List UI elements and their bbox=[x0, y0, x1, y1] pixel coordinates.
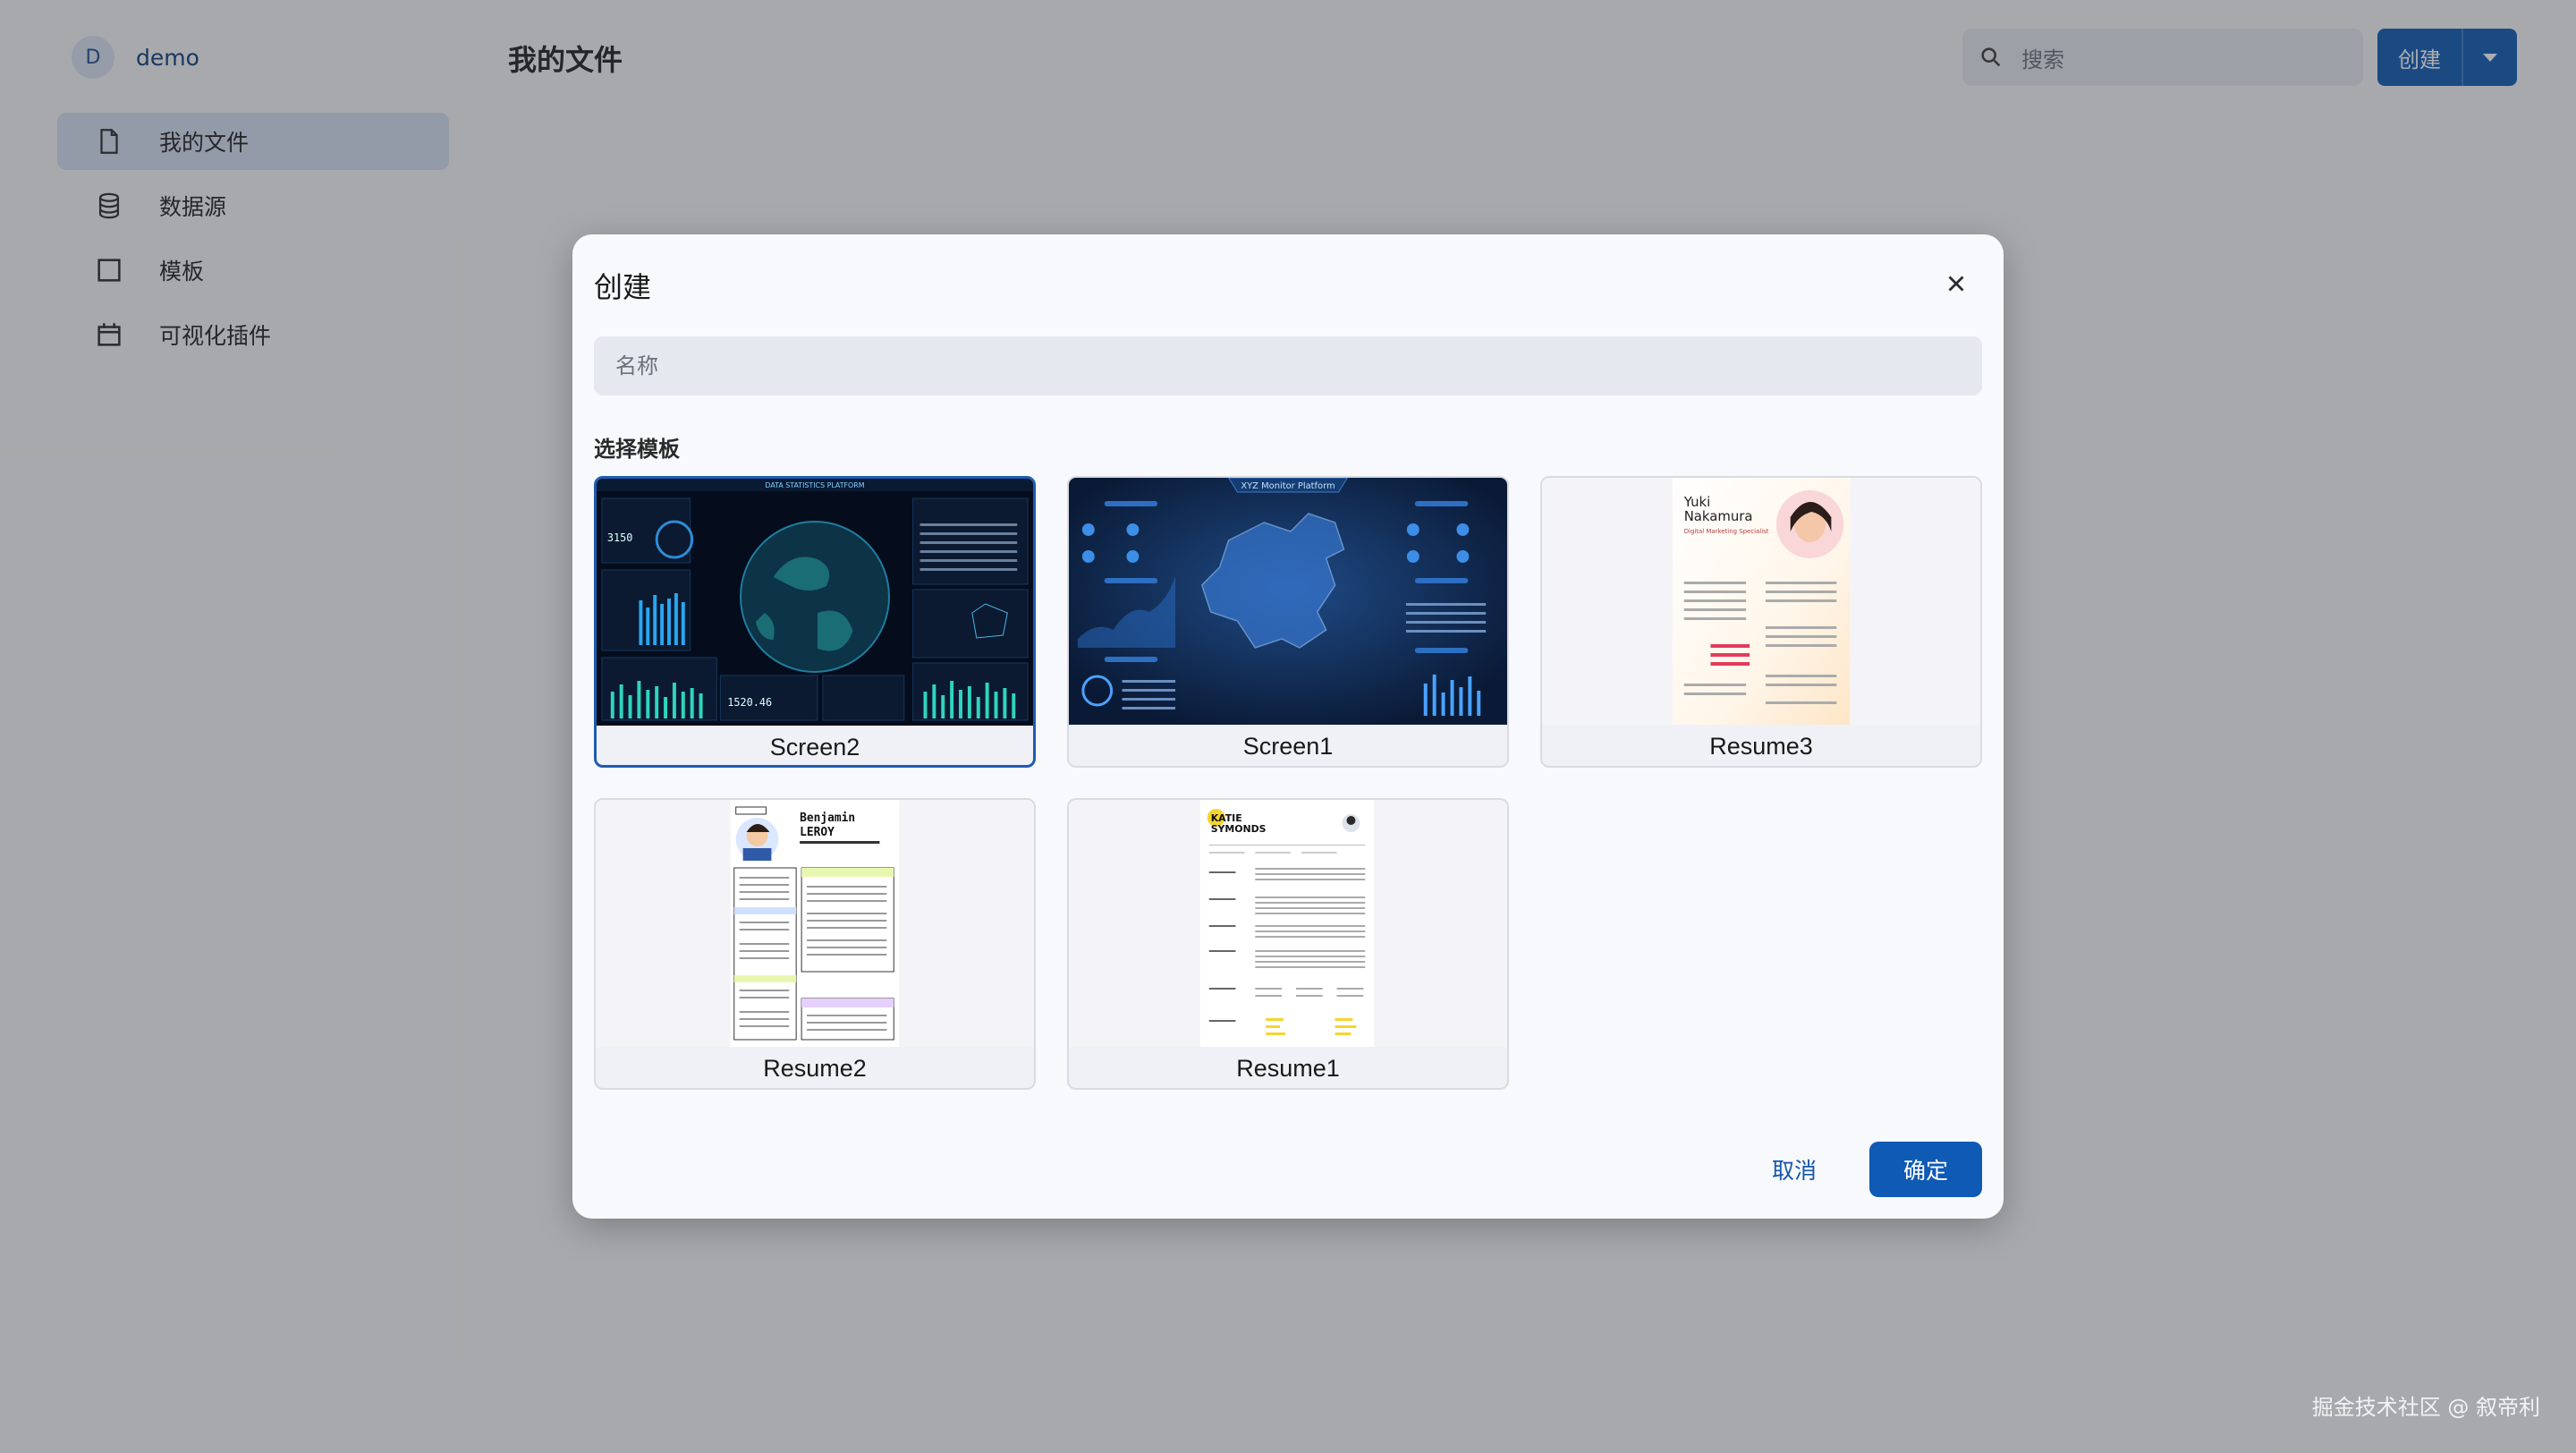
thumb-resume2-name-1: Benjamin bbox=[800, 811, 855, 825]
thumb-resume3-role: Digital Marketing Specialist bbox=[1684, 528, 1769, 535]
thumb-screen2-header: DATA STATISTICS PLATFORM bbox=[765, 481, 864, 489]
template-card-resume2[interactable]: Benjamin LEROY Resume2 bbox=[594, 798, 1036, 1090]
watermark: 掘金技术社区 @ 叙帝利 bbox=[2311, 1395, 2540, 1420]
template-card-screen2[interactable]: DATA STATISTICS PLATFORM 3150 1520.46 Sc… bbox=[594, 476, 1036, 768]
thumb-screen1-header: XYZ Monitor Platform bbox=[1241, 481, 1335, 491]
dialog-title: 创建 bbox=[594, 270, 652, 304]
thumb-resume1-name-2: SYMONDS bbox=[1211, 823, 1267, 835]
template-card-label: Resume2 bbox=[763, 1054, 867, 1082]
template-thumbnail: DATA STATISTICS PLATFORM 3150 1520.46 bbox=[597, 479, 1033, 726]
thumb-resume3-name-2: Nakamura bbox=[1684, 508, 1753, 524]
template-thumbnail: XYZ Monitor Platform bbox=[1069, 478, 1507, 725]
template-card-screen1[interactable]: XYZ Monitor Platform Screen1 bbox=[1067, 476, 1509, 768]
template-card-label: Screen1 bbox=[1242, 732, 1334, 760]
thumb-screen2-num2: 1520.46 bbox=[727, 696, 772, 709]
create-dialog: 创建 选择模板 DATA STATISTICS PLATFORM 3150 bbox=[572, 234, 2004, 1219]
thumb-resume2-name-2: LEROY bbox=[800, 826, 835, 839]
cancel-button[interactable]: 取消 bbox=[1751, 1142, 1837, 1197]
template-card-resume3[interactable]: Yuki Nakamura Digital Marketing Speciali… bbox=[1540, 476, 1982, 768]
thumb-screen2-num1: 3150 bbox=[607, 531, 633, 544]
template-grid: DATA STATISTICS PLATFORM 3150 1520.46 Sc… bbox=[594, 476, 1982, 1090]
template-thumbnail: Yuki Nakamura Digital Marketing Speciali… bbox=[1542, 478, 1980, 725]
template-card-label: Resume1 bbox=[1236, 1054, 1340, 1082]
template-thumbnail: KATIE SYMONDS bbox=[1069, 800, 1507, 1047]
close-icon[interactable] bbox=[1943, 270, 1970, 297]
name-input[interactable] bbox=[594, 336, 1982, 395]
template-thumbnail: Benjamin LEROY bbox=[596, 800, 1034, 1047]
template-card-label: Screen2 bbox=[769, 733, 860, 760]
confirm-button[interactable]: 确定 bbox=[1869, 1142, 1982, 1197]
template-card-label: Resume3 bbox=[1709, 732, 1813, 760]
dialog-actions: 取消 确定 bbox=[1751, 1142, 1982, 1197]
template-section-label: 选择模板 bbox=[594, 437, 680, 462]
template-card-resume1[interactable]: KATIE SYMONDS Resume1 bbox=[1067, 798, 1509, 1090]
